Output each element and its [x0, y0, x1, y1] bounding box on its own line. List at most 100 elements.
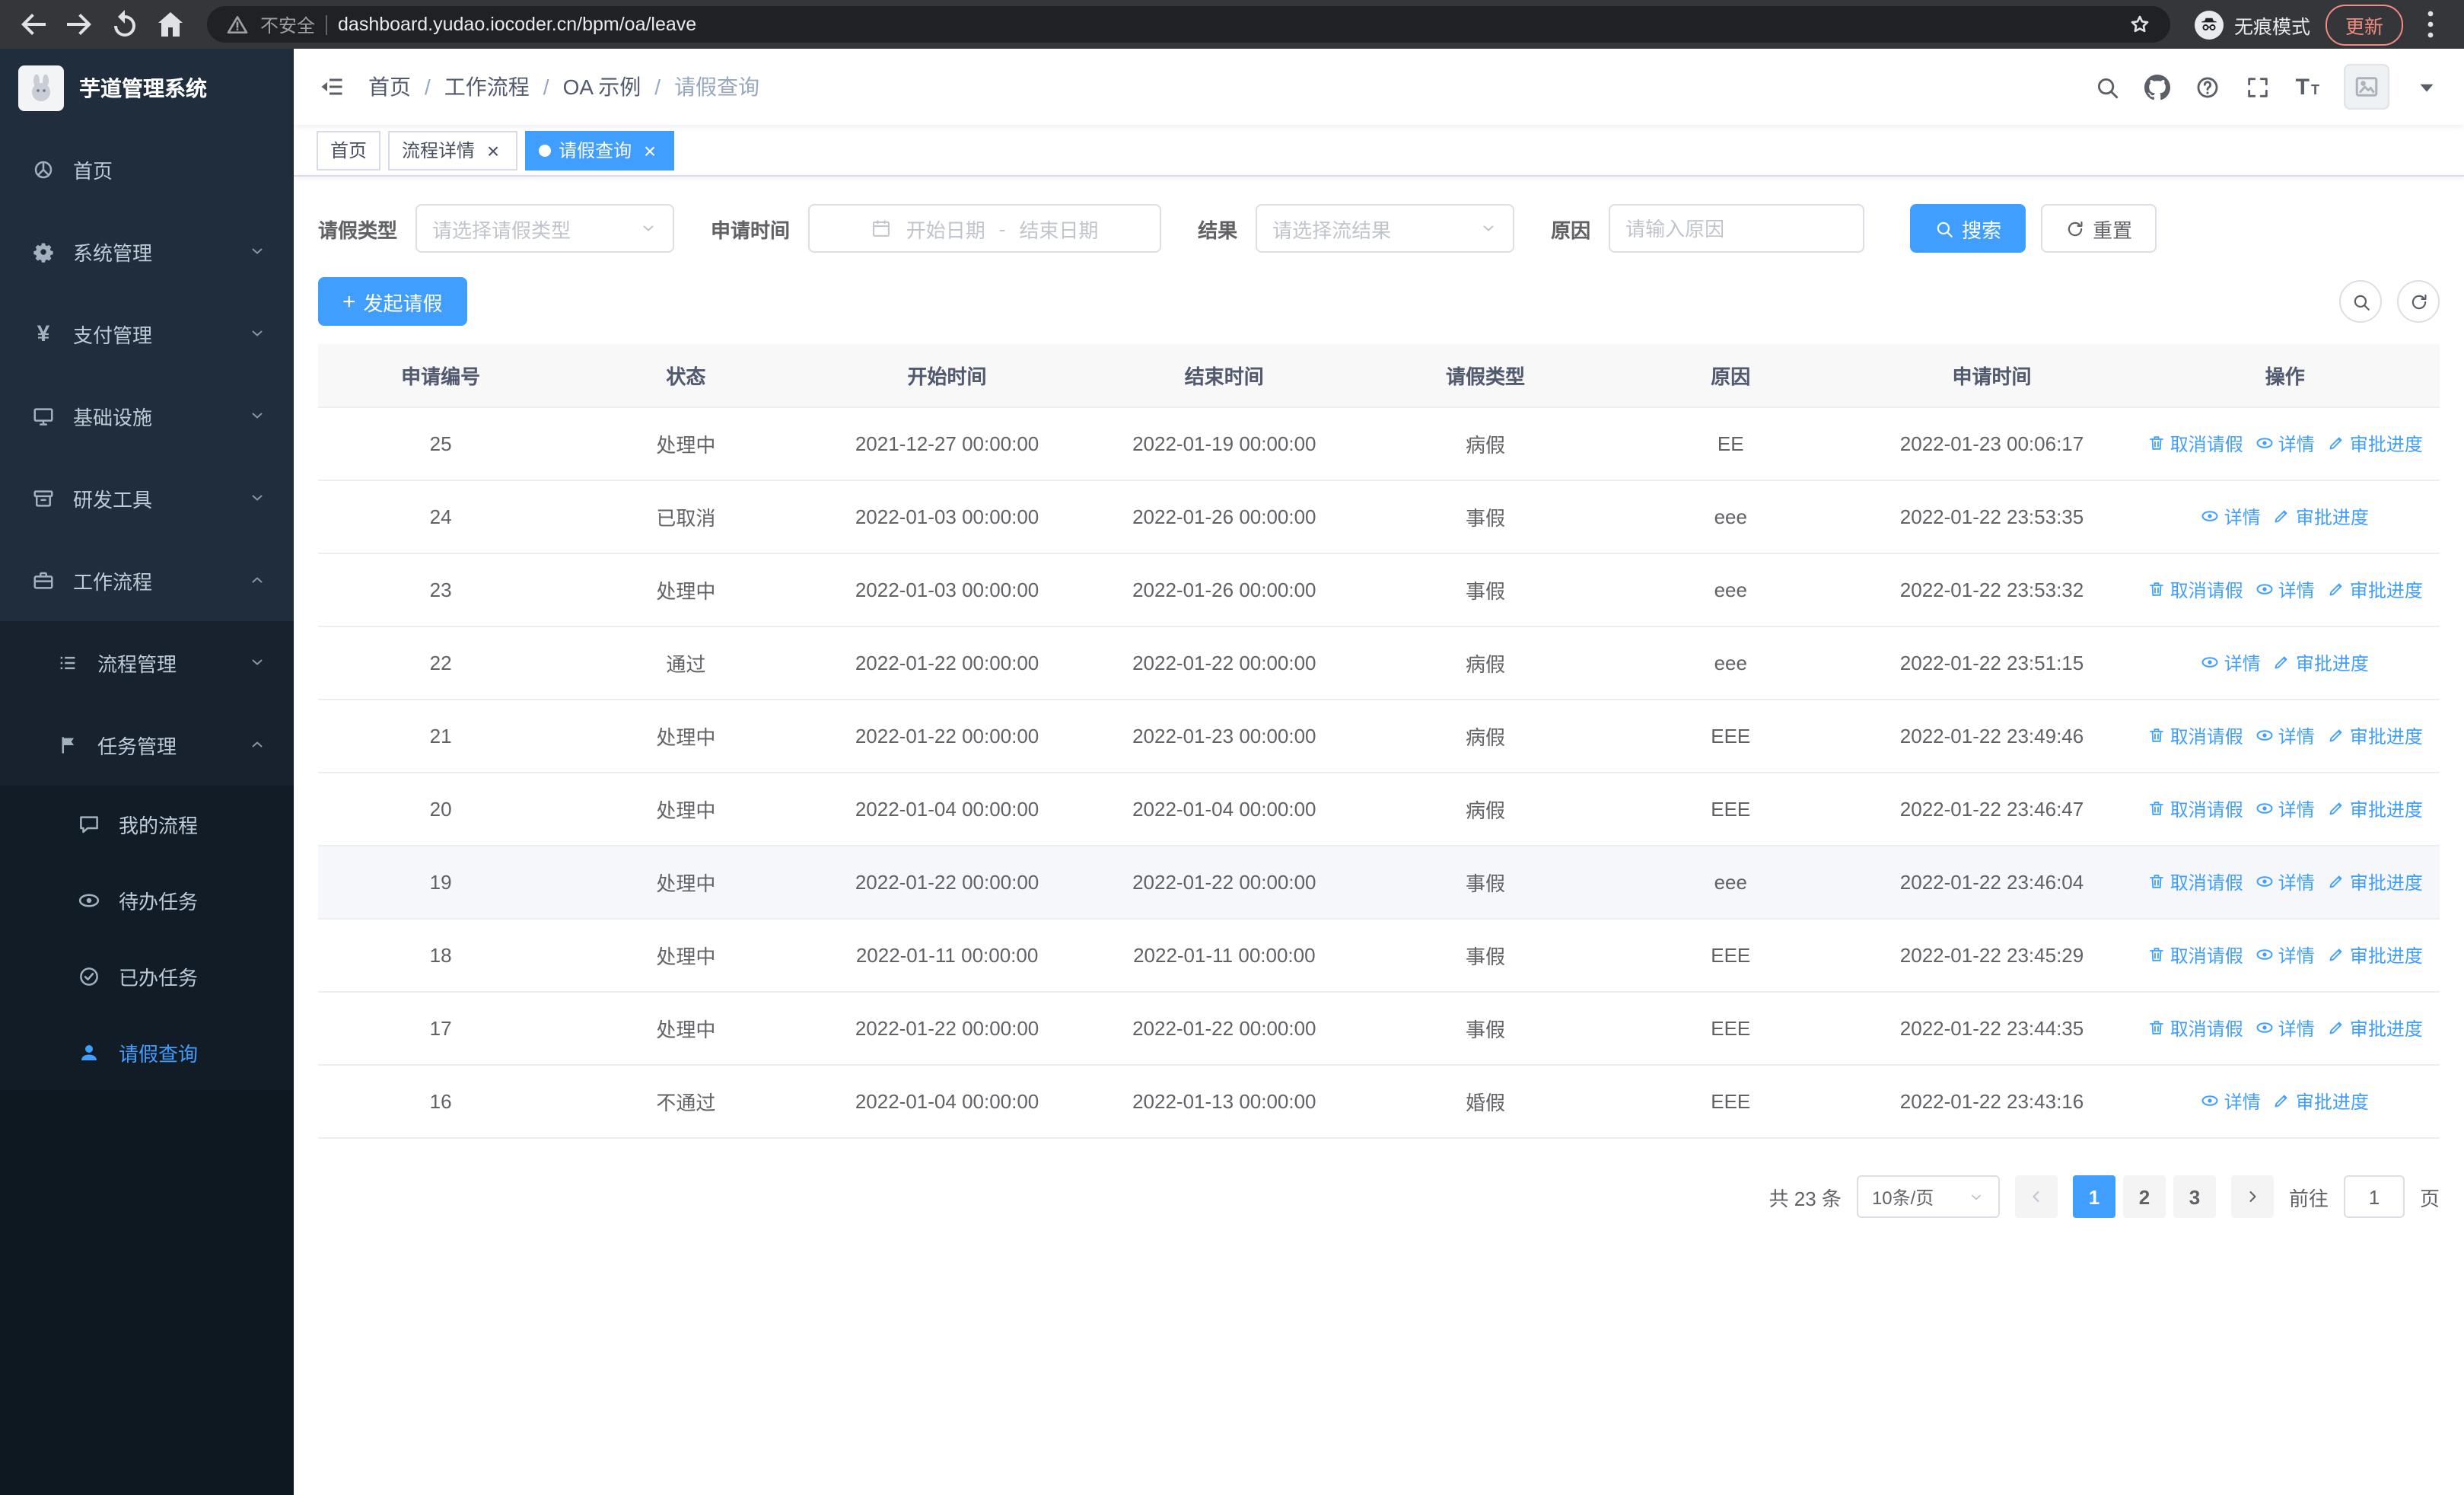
sidebar-item-3[interactable]: 基础设施	[0, 375, 294, 457]
detail-action[interactable]: 详情	[2255, 796, 2315, 822]
tab-1[interactable]: 流程详情 ×	[388, 130, 518, 170]
cancel-action[interactable]: 取消请假	[2147, 1015, 2243, 1041]
edit-icon	[2273, 508, 2291, 526]
search-icon[interactable]	[2095, 74, 2121, 100]
cell-operations: 详情 审批进度	[2130, 480, 2440, 554]
breadcrumb-item-0[interactable]: 首页	[368, 72, 411, 102]
incognito-label: 无痕模式	[2233, 16, 2310, 37]
sidebar-item-1[interactable]: 系统管理	[0, 210, 294, 292]
next-page-button[interactable]	[2230, 1175, 2274, 1218]
progress-action[interactable]: 审批进度	[2273, 650, 2369, 676]
detail-action[interactable]: 详情	[2201, 650, 2261, 676]
sidebar-item-5[interactable]: 工作流程	[0, 539, 294, 621]
edit-icon	[2327, 873, 2345, 891]
progress-action[interactable]: 审批进度	[2327, 723, 2423, 749]
tab-2[interactable]: 请假查询 ×	[525, 130, 675, 170]
url-bar[interactable]: 不安全 dashboard.yudao.iocoder.cn/bpm/oa/le…	[207, 6, 2170, 43]
reload-icon[interactable]	[107, 6, 143, 43]
sidebar-item-label: 首页	[73, 159, 113, 182]
leave-type-select[interactable]: 请选择请假类型	[415, 204, 675, 253]
detail-action[interactable]: 详情	[2255, 1015, 2315, 1041]
cancel-action[interactable]: 取消请假	[2147, 431, 2243, 457]
create-leave-button[interactable]: + 发起请假	[318, 277, 467, 326]
detail-action[interactable]: 详情	[2255, 431, 2315, 457]
github-icon[interactable]	[2144, 74, 2171, 100]
cell-id: 22	[318, 626, 564, 700]
detail-action[interactable]: 详情	[2255, 577, 2315, 603]
main-area: 首页 / 工作流程 / OA 示例 / 请假查询 TT 首页 流程详情 × 请假查询 …	[294, 49, 2464, 1495]
search-toggle-button[interactable]	[2339, 280, 2382, 323]
close-tab-icon[interactable]: ×	[482, 139, 504, 161]
reset-button[interactable]: 重置	[2041, 204, 2157, 253]
progress-action[interactable]: 审批进度	[2327, 796, 2423, 822]
page-button-3[interactable]: 3	[2173, 1175, 2216, 1218]
breadcrumb-separator: /	[543, 75, 549, 99]
sidebar-item-11[interactable]: 请假查询	[0, 1014, 294, 1090]
progress-action[interactable]: 审批进度	[2273, 1089, 2369, 1114]
browser-menu-icon[interactable]	[2412, 6, 2449, 43]
fullscreen-icon[interactable]	[2246, 74, 2271, 100]
app-logo[interactable]: 芋道管理系统	[0, 49, 294, 128]
page-buttons: 123	[2072, 1175, 2216, 1218]
bookmark-star-icon[interactable]	[2128, 12, 2152, 37]
forward-icon[interactable]	[61, 6, 97, 43]
cancel-action[interactable]: 取消请假	[2147, 942, 2243, 968]
sidebar-item-7[interactable]: 任务管理	[0, 703, 294, 786]
sidebar-item-9[interactable]: 待办任务	[0, 862, 294, 938]
cell-operations: 取消请假 详情 审批进度	[2130, 992, 2440, 1066]
table-refresh-button[interactable]	[2397, 280, 2440, 323]
page-button-1[interactable]: 1	[2072, 1175, 2115, 1218]
sidebar-item-4[interactable]: 研发工具	[0, 457, 294, 539]
sidebar-toggle-icon[interactable]	[318, 73, 345, 100]
user-avatar[interactable]	[2344, 64, 2389, 110]
back-icon[interactable]	[15, 6, 52, 43]
detail-action[interactable]: 详情	[2255, 942, 2315, 968]
detail-action[interactable]: 详情	[2201, 504, 2261, 530]
cell-apply-time: 2022-01-22 23:45:29	[1853, 919, 2131, 993]
tab-0[interactable]: 首页	[317, 130, 381, 170]
security-label: 不安全	[260, 14, 316, 36]
chevron-down-icon	[1968, 1188, 1985, 1205]
font-size-icon[interactable]: TT	[2296, 75, 2319, 98]
view-icon	[2255, 581, 2274, 599]
sidebar-item-10[interactable]: 已办任务	[0, 938, 294, 1014]
prev-page-button[interactable]	[2014, 1175, 2058, 1218]
cancel-action[interactable]: 取消请假	[2147, 869, 2243, 895]
apply-time-range-picker[interactable]: 开始日期 - 结束日期	[808, 204, 1162, 253]
avatar-caret-down-icon[interactable]	[2414, 74, 2440, 100]
result-select[interactable]: 请选择流结果	[1256, 204, 1515, 253]
cancel-action[interactable]: 取消请假	[2147, 723, 2243, 749]
close-tab-icon[interactable]: ×	[639, 139, 661, 161]
column-header-6: 申请时间	[1853, 344, 2131, 408]
breadcrumb-item-1[interactable]: 工作流程	[444, 72, 530, 102]
chevron-down-icon	[1479, 219, 1498, 237]
detail-action[interactable]: 详情	[2255, 723, 2315, 749]
breadcrumb-item-2[interactable]: OA 示例	[563, 72, 641, 102]
browser-home-icon[interactable]	[152, 6, 189, 43]
update-button[interactable]: 更新	[2325, 4, 2403, 45]
chevron-down-icon	[244, 653, 269, 671]
detail-action[interactable]: 详情	[2255, 869, 2315, 895]
sidebar-item-6[interactable]: 流程管理	[0, 621, 294, 703]
progress-action[interactable]: 审批进度	[2327, 942, 2423, 968]
edit-icon	[2327, 946, 2345, 964]
progress-action[interactable]: 审批进度	[2327, 577, 2423, 603]
progress-action[interactable]: 审批进度	[2273, 504, 2369, 530]
cancel-action[interactable]: 取消请假	[2147, 796, 2243, 822]
goto-page-input[interactable]	[2343, 1175, 2405, 1218]
progress-action[interactable]: 审批进度	[2327, 869, 2423, 895]
progress-action[interactable]: 审批进度	[2327, 1015, 2423, 1041]
search-button[interactable]: 搜索	[1910, 204, 2026, 253]
progress-action[interactable]: 审批进度	[2327, 431, 2423, 457]
sidebar-item-0[interactable]: 首页	[0, 128, 294, 210]
page-size-select[interactable]: 10条/页	[1856, 1175, 2000, 1218]
help-icon[interactable]	[2195, 74, 2221, 100]
reason-input[interactable]	[1609, 204, 1865, 253]
cancel-action[interactable]: 取消请假	[2147, 577, 2243, 603]
detail-action[interactable]: 详情	[2201, 1089, 2261, 1114]
sidebar-item-2[interactable]: ¥ 支付管理	[0, 292, 294, 375]
chevron-up-icon	[244, 735, 269, 754]
sidebar-item-8[interactable]: 我的流程	[0, 786, 294, 862]
done-tasks-icon	[76, 964, 102, 987]
page-button-2[interactable]: 2	[2122, 1175, 2166, 1218]
